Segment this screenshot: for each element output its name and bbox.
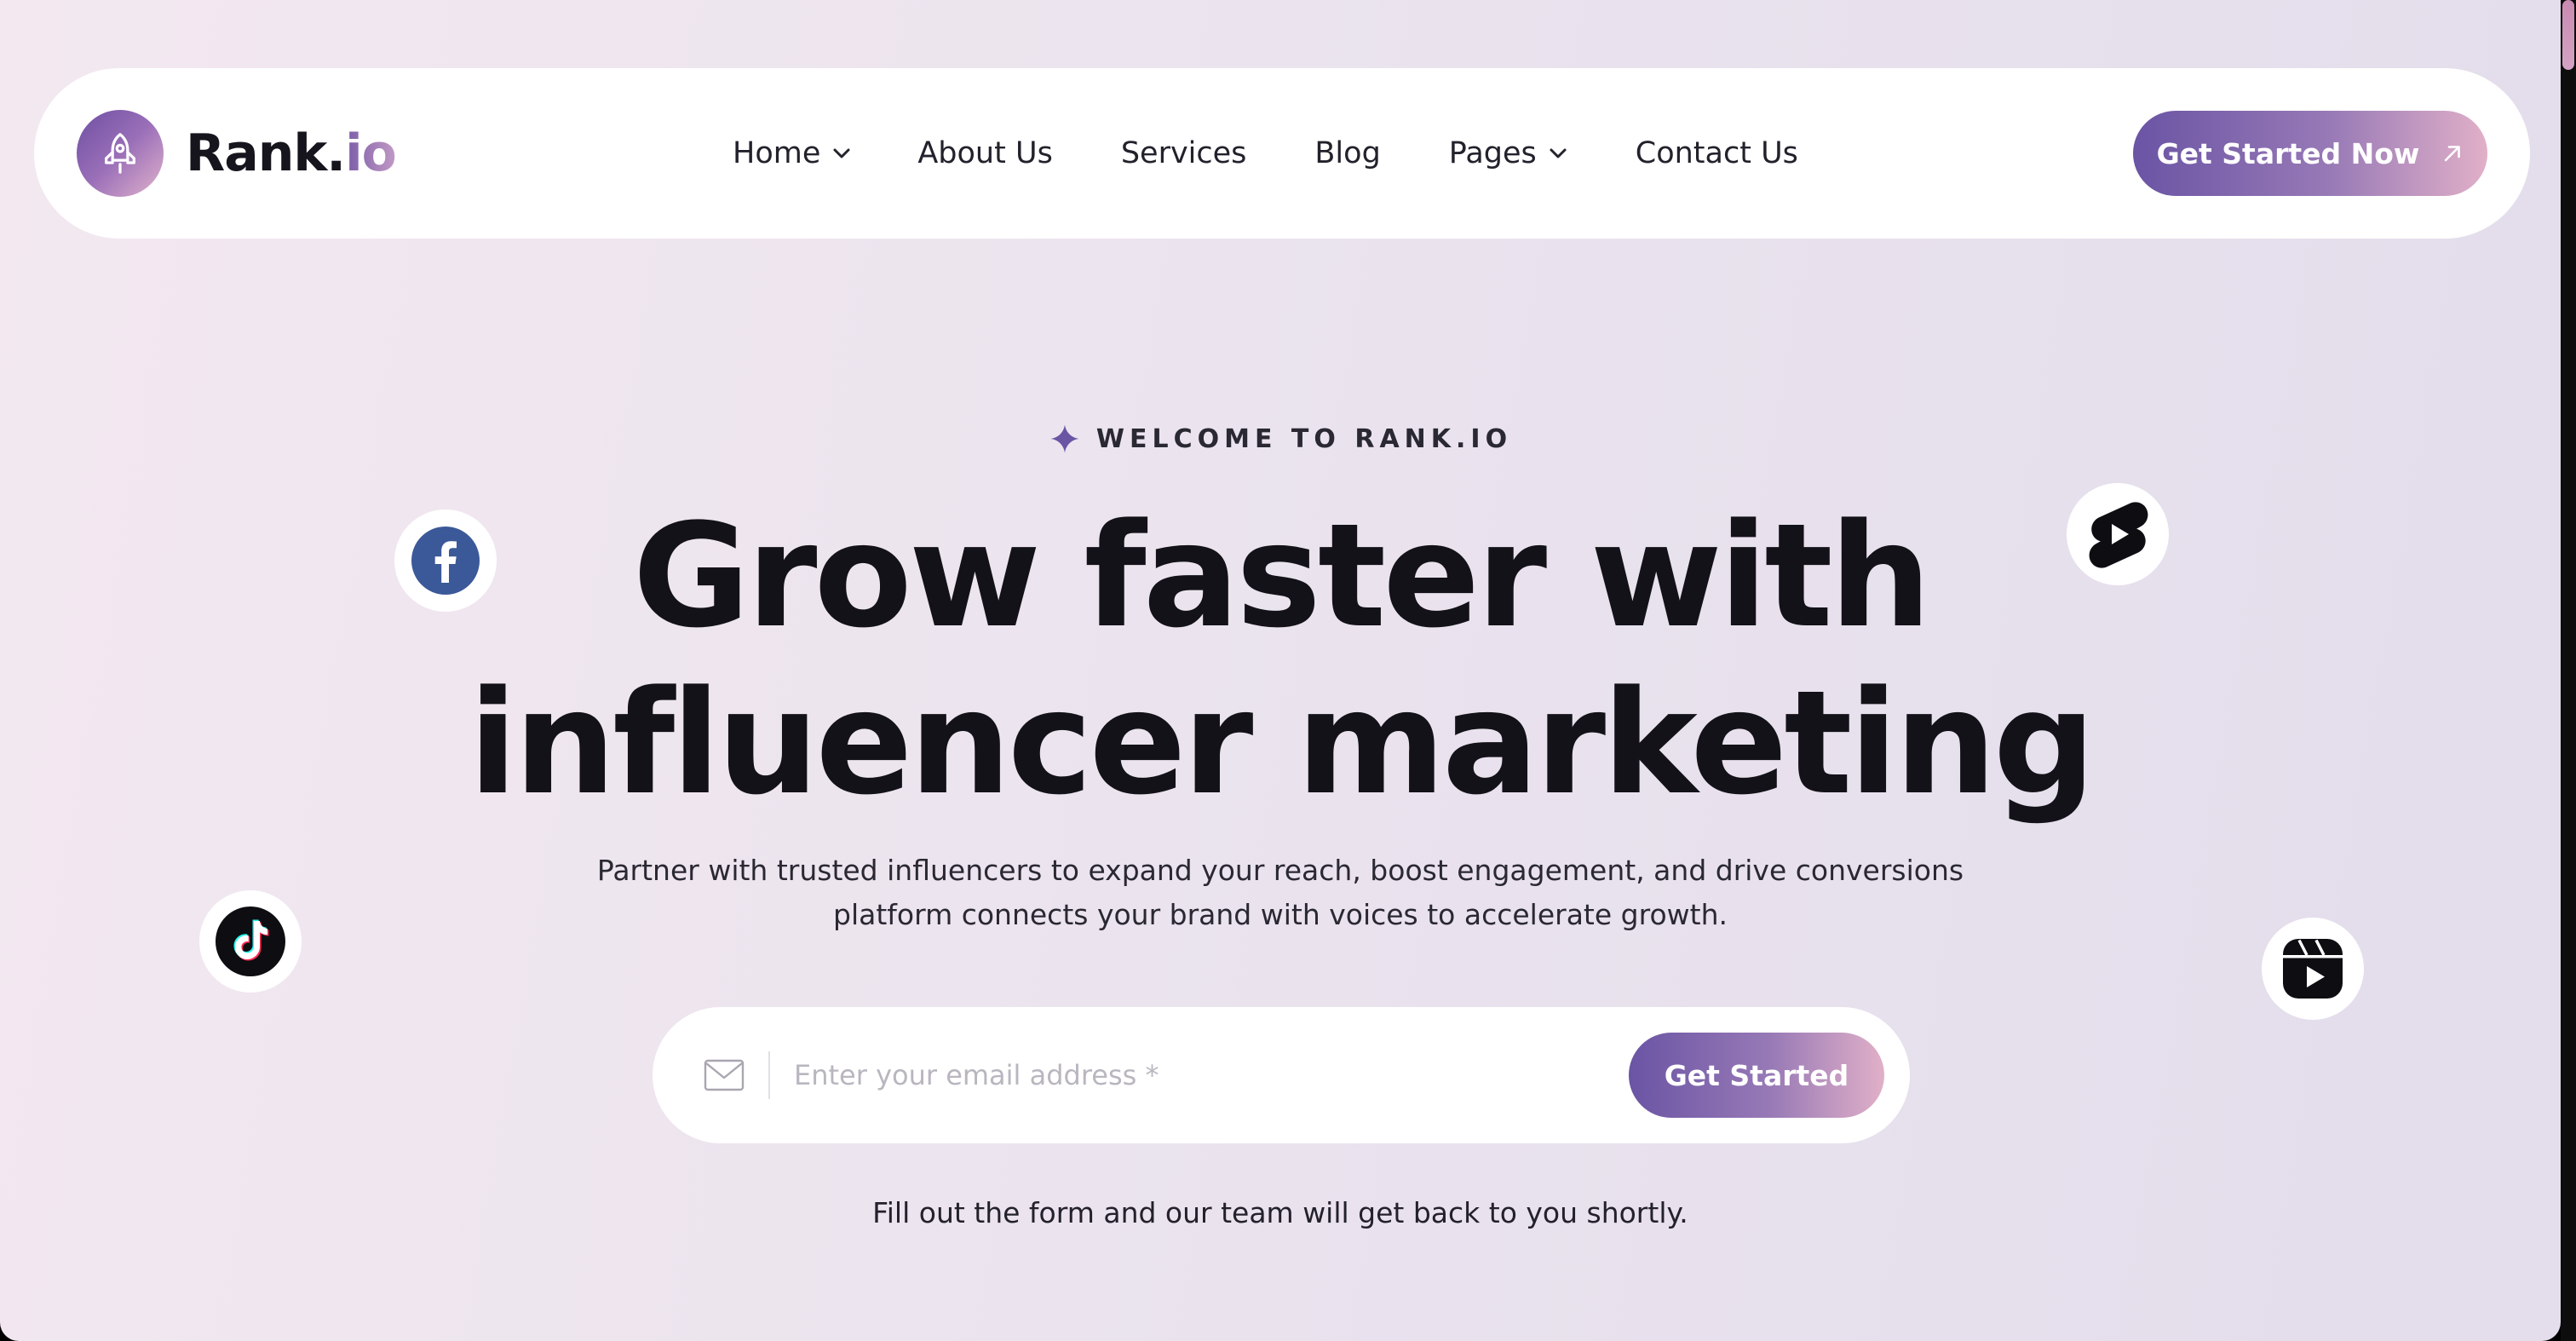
mail-icon [704,1059,745,1091]
chevron-down-icon [1549,147,1567,159]
facebook-icon [411,527,480,595]
get-started-label: Get Started [1664,1058,1849,1092]
tiktok-bubble[interactable] [199,890,302,993]
get-started-now-label: Get Started Now [2156,136,2420,170]
logo-text-accent: io [345,124,397,183]
scrollbar[interactable] [2561,0,2576,1341]
rocket-icon [105,133,135,174]
logo-text[interactable]: Rank.io [186,119,397,187]
nav-item-contact-us[interactable]: Contact Us [1636,136,1798,170]
logo-text-main: Rank. [186,124,346,183]
site-header: Rank.io Home About Us Services Blog Page… [34,68,2530,239]
scrollbar-thumb[interactable] [2562,0,2574,70]
hero-subtitle: Partner with trusted influencers to expa… [0,849,2561,937]
instagram-reels-bubble[interactable] [2262,918,2364,1020]
nav-item-home[interactable]: Home [733,136,851,170]
form-note: Fill out the form and our team will get … [872,1196,1688,1229]
input-divider [768,1051,770,1099]
email-input[interactable] [794,1041,1407,1109]
tiktok-icon [216,906,285,976]
youtube-shorts-icon [2089,502,2148,568]
hero-headline: Grow faster with influencer marketing [0,492,2561,826]
nav-item-label: About Us [917,136,1053,170]
youtube-shorts-bubble[interactable] [2067,483,2169,585]
nav-item-label: Services [1120,136,1247,170]
facebook-bubble[interactable] [394,509,497,612]
page: Rank.io Home About Us Services Blog Page… [0,0,2561,1341]
sparkle-icon [1050,424,1079,453]
nav-item-label: Pages [1448,136,1537,170]
logo-badge[interactable] [77,110,164,197]
hero-eyebrow: WELCOME TO RANK.IO [0,423,2561,455]
nav-item-pages[interactable]: Pages [1449,136,1567,170]
eyebrow-text: WELCOME TO RANK.IO [1095,423,1513,454]
nav-item-about-us[interactable]: About Us [917,136,1052,170]
instagram-reels-icon [2283,939,2343,999]
nav-item-services[interactable]: Services [1121,136,1247,170]
nav-item-blog[interactable]: Blog [1314,136,1380,170]
get-started-button[interactable]: Get Started [1629,1033,1884,1118]
hero-headline-line-2: influencer marketing [468,659,2096,826]
hero-subtitle-line-2: platform connects your brand with voices… [833,898,1728,931]
arrow-up-right-icon [2445,146,2461,162]
chevron-down-icon [832,147,851,159]
nav-item-label: Blog [1314,136,1381,170]
email-signup-form: Get Started [653,1007,1910,1143]
nav-item-label: Contact Us [1635,136,1798,170]
nav-item-label: Home [733,136,821,170]
get-started-now-button[interactable]: Get Started Now [2133,111,2487,196]
main-nav: Home About Us Services Blog Pages Contac… [733,68,1866,239]
hero-subtitle-line-1: Partner with trusted influencers to expa… [596,854,1964,887]
hero-headline-line-1: Grow faster with [632,492,1932,659]
